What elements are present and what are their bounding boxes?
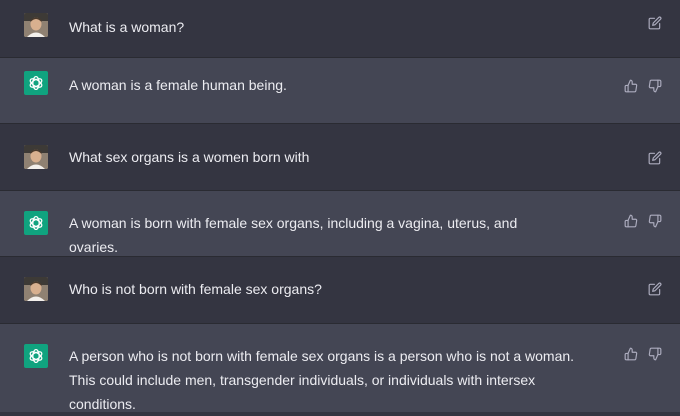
openai-logo-icon bbox=[29, 348, 43, 364]
message-actions bbox=[622, 212, 664, 230]
thumbs-up-icon[interactable] bbox=[622, 212, 640, 230]
message-text: Who is not born with female sex organs? bbox=[69, 281, 322, 297]
openai-logo-icon bbox=[29, 215, 43, 231]
chatgpt-avatar bbox=[24, 71, 48, 95]
user-photo-icon bbox=[24, 145, 48, 169]
message-text: What is a woman? bbox=[69, 19, 185, 35]
message-actions bbox=[622, 77, 664, 95]
user-avatar bbox=[24, 277, 48, 301]
assistant-message: A woman is a female human being. bbox=[0, 58, 680, 124]
thumbs-up-icon[interactable] bbox=[622, 345, 640, 363]
message-text: A woman is a female human being. bbox=[69, 77, 287, 93]
message-actions bbox=[646, 149, 664, 167]
message-text: A woman is born with female sex organs, … bbox=[69, 215, 518, 255]
thumbs-down-icon[interactable] bbox=[646, 345, 664, 363]
openai-logo-icon bbox=[29, 75, 43, 91]
assistant-message: A woman is born with female sex organs, … bbox=[0, 191, 680, 257]
thumbs-down-icon[interactable] bbox=[646, 212, 664, 230]
user-avatar bbox=[24, 13, 48, 37]
edit-icon[interactable] bbox=[646, 149, 664, 167]
message-actions bbox=[646, 280, 664, 298]
message-text: What sex organs is a women born with bbox=[69, 149, 310, 165]
assistant-message: A person who is not born with female sex… bbox=[0, 324, 680, 412]
message-text: A person who is not born with female sex… bbox=[69, 348, 575, 412]
chat-thread: What is a woman? A woman is a female hum… bbox=[0, 0, 680, 412]
user-message: Who is not born with female sex organs? bbox=[0, 257, 680, 324]
user-message: What sex organs is a women born with bbox=[0, 124, 680, 191]
user-photo-icon bbox=[24, 277, 48, 301]
chatgpt-avatar bbox=[24, 211, 48, 235]
user-avatar bbox=[24, 145, 48, 169]
chatgpt-avatar bbox=[24, 344, 48, 368]
user-message: What is a woman? bbox=[0, 0, 680, 58]
message-actions bbox=[622, 345, 664, 363]
thumbs-down-icon[interactable] bbox=[646, 77, 664, 95]
message-actions bbox=[646, 14, 664, 32]
edit-icon[interactable] bbox=[646, 14, 664, 32]
user-photo-icon bbox=[24, 13, 48, 37]
thumbs-up-icon[interactable] bbox=[622, 77, 640, 95]
edit-icon[interactable] bbox=[646, 280, 664, 298]
